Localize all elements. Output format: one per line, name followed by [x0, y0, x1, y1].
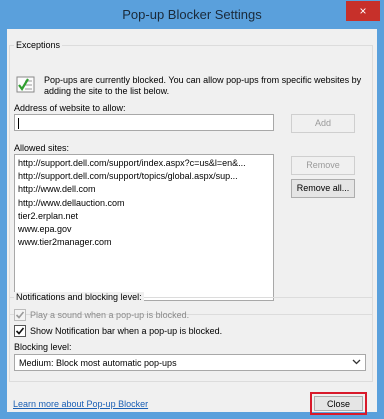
dialog-window: Pop-up Blocker Settings × Exceptions Pop… — [0, 0, 384, 419]
learn-more-link[interactable]: Learn more about Pop-up Blocker — [13, 399, 148, 409]
address-label: Address of website to allow: — [14, 103, 126, 113]
window-close-button[interactable]: × — [346, 1, 380, 21]
text-caret — [18, 118, 19, 129]
add-button[interactable]: Add — [291, 114, 355, 133]
close-button-highlight: Close — [310, 392, 367, 415]
exceptions-legend: Exceptions — [14, 40, 63, 50]
allowed-sites-label: Allowed sites: — [14, 143, 70, 153]
dialog-content: Exceptions Pop-ups are currently blocked… — [7, 29, 377, 415]
list-item[interactable]: tier2.erplan.net — [18, 210, 273, 223]
list-item[interactable]: www.tier2manager.com — [18, 236, 273, 249]
list-item[interactable]: www.epa.gov — [18, 223, 273, 236]
show-bar-label: Show Notification bar when a pop-up is b… — [30, 326, 223, 336]
exceptions-group: Exceptions Pop-ups are currently blocked… — [9, 40, 373, 315]
info-text: Pop-ups are currently blocked. You can a… — [44, 75, 362, 96]
show-bar-checkbox-row[interactable]: Show Notification bar when a pop-up is b… — [14, 324, 223, 337]
play-sound-checkbox[interactable] — [14, 308, 26, 321]
list-item[interactable]: http://support.dell.com/support/topics/g… — [18, 170, 273, 183]
blocking-level-select[interactable]: Medium: Block most automatic pop-ups — [14, 354, 366, 371]
list-item[interactable]: http://www.dell.com — [18, 183, 273, 196]
title-bar[interactable]: Pop-up Blocker Settings × — [1, 1, 383, 29]
notifications-legend: Notifications and blocking level: — [14, 292, 144, 302]
notifications-group: Notifications and blocking level: Play a… — [9, 292, 373, 382]
remove-all-button[interactable]: Remove all... — [291, 179, 355, 198]
list-item[interactable]: http://www.dellauction.com — [18, 197, 273, 210]
window-title: Pop-up Blocker Settings — [122, 7, 262, 22]
checklist-icon — [16, 76, 38, 94]
close-button[interactable]: Close — [314, 396, 363, 411]
blocking-level-value: Medium: Block most automatic pop-ups — [19, 358, 177, 368]
blocking-level-label: Blocking level: — [14, 342, 72, 352]
chevron-down-icon — [352, 357, 361, 368]
play-sound-checkbox-row[interactable]: Play a sound when a pop-up is blocked. — [14, 308, 190, 321]
allowed-sites-list[interactable]: http://support.dell.com/support/index.as… — [14, 154, 274, 301]
list-item[interactable]: http://support.dell.com/support/index.as… — [18, 157, 273, 170]
play-sound-label: Play a sound when a pop-up is blocked. — [30, 310, 190, 320]
checkmark-icon — [15, 327, 25, 335]
address-input[interactable] — [14, 114, 274, 131]
show-bar-checkbox[interactable] — [14, 324, 26, 337]
checkmark-icon — [15, 311, 25, 319]
remove-button[interactable]: Remove — [291, 156, 355, 175]
